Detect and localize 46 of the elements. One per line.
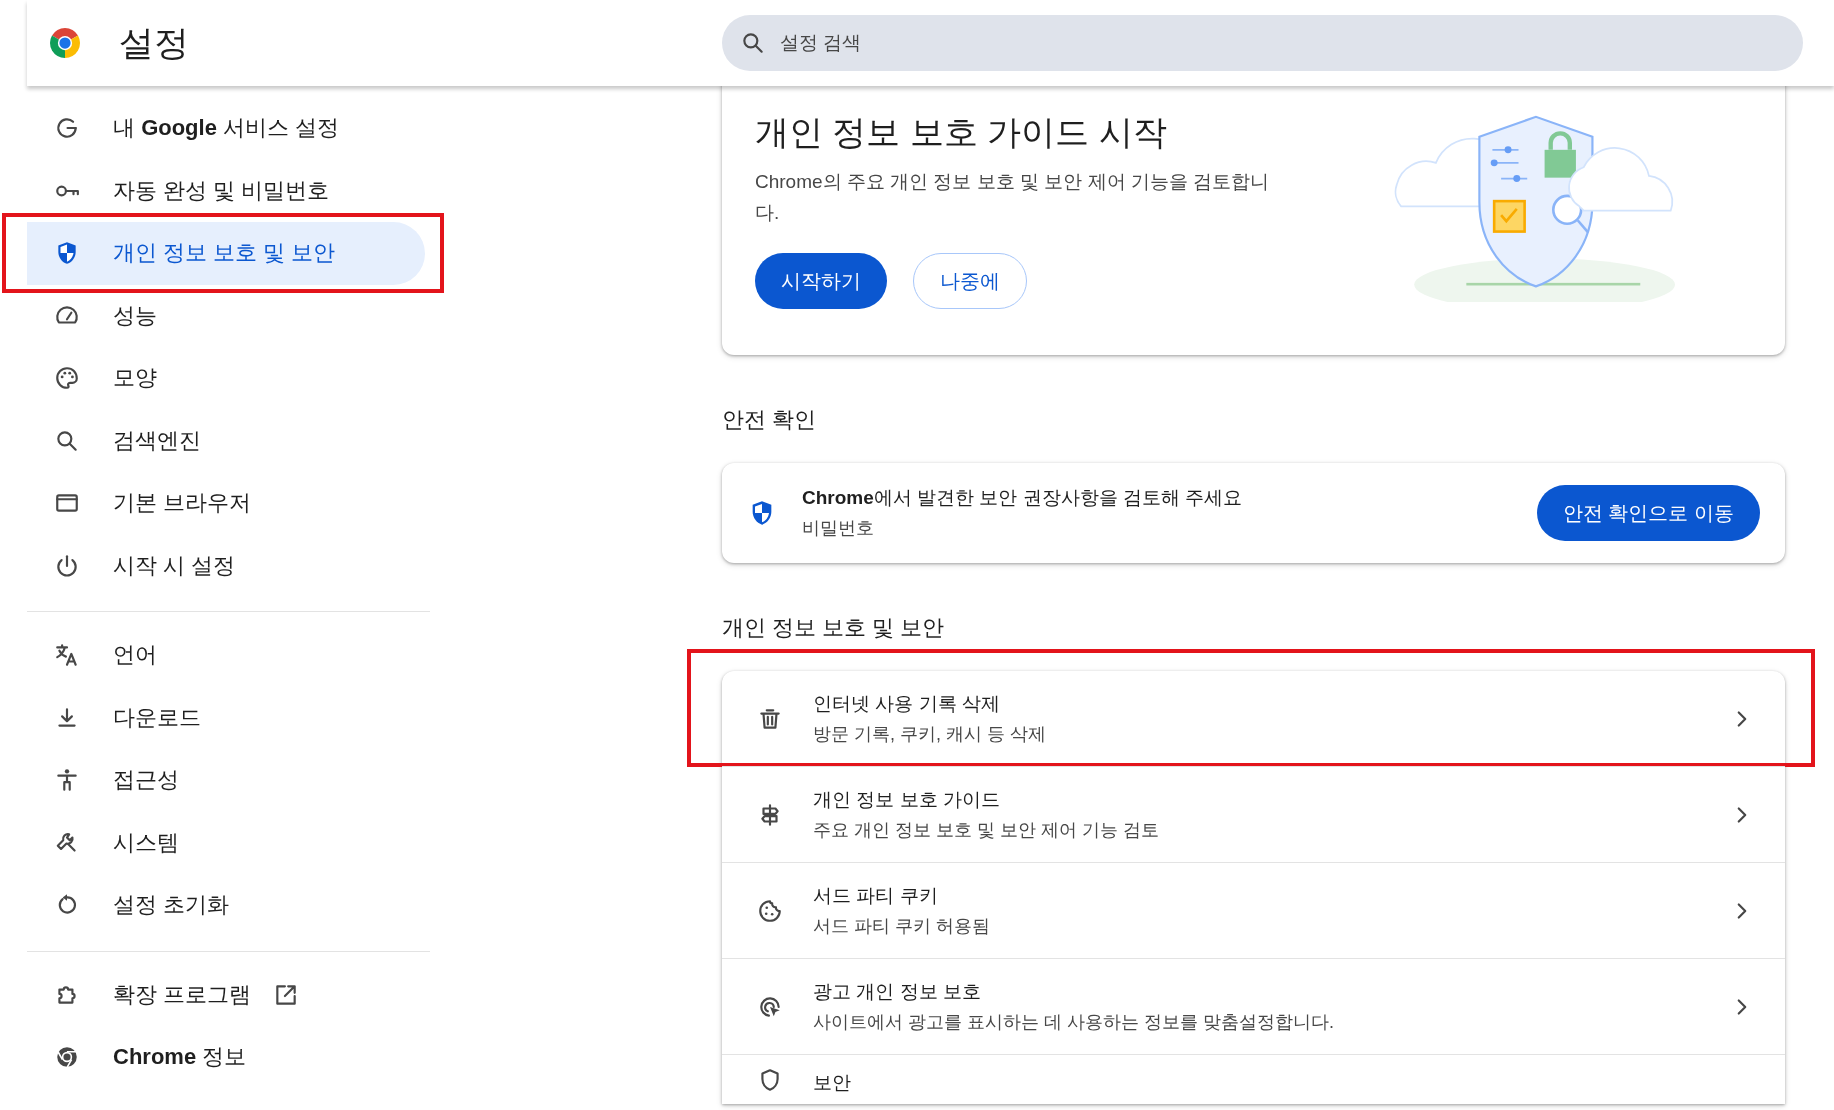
accessibility-icon bbox=[54, 767, 80, 794]
card-description: Chrome의 주요 개인 정보 보호 및 보안 제어 기능을 검토합니다. bbox=[755, 170, 1271, 225]
sidebar-item[interactable]: 개인 정보 보호 및 보안 bbox=[27, 222, 425, 285]
row-title: 광고 개인 정보 보호 bbox=[813, 979, 982, 1004]
row-subtitle: 사이트에서 광고를 표시하는 데 사용하는 정보를 맞춤설정합니다. bbox=[813, 1010, 1335, 1034]
sidebar-item[interactable]: 모양 bbox=[27, 347, 425, 410]
safety-check-title: Chrome에서 발견한 보안 권장사항을 검토해 주세요 bbox=[802, 486, 1244, 510]
sidebar-item[interactable]: 기본 브라우저 bbox=[27, 472, 425, 535]
sidebar-item[interactable]: 내 Google 서비스 설정 bbox=[27, 97, 425, 160]
settings-row[interactable]: 광고 개인 정보 보호 사이트에서 광고를 표시하는 데 사용하는 정보를 맞춤설정합니다. bbox=[722, 958, 1785, 1054]
chrome-logo bbox=[47, 25, 83, 61]
sidebar-item[interactable]: 다운로드 bbox=[27, 686, 425, 749]
power-icon bbox=[54, 552, 80, 579]
row-subtitle: 서드 파티 쿠키 허용됨 bbox=[813, 914, 991, 938]
safety-check-subtitle: 비밀번호 bbox=[802, 517, 875, 540]
sidebar-item[interactable]: 성능 bbox=[27, 284, 425, 347]
row-title: 서드 파티 쿠키 bbox=[813, 883, 939, 908]
section-heading: 개인 정보 보호 및 보안 bbox=[722, 614, 946, 642]
sidebar-item[interactable]: 검색엔진 bbox=[27, 409, 425, 472]
translate-icon bbox=[54, 642, 80, 669]
row-title: 인터넷 사용 기록 삭제 bbox=[813, 691, 1001, 716]
row-title: 보안 bbox=[813, 1071, 852, 1095]
page-title: 설정 bbox=[119, 21, 189, 64]
sidebar-item[interactable]: 확장 프로그램 bbox=[27, 963, 425, 1026]
section-heading: 안전 확인 bbox=[722, 406, 818, 434]
sidebar-item[interactable]: 시작 시 설정 bbox=[27, 534, 425, 597]
settings-row[interactable]: 인터넷 사용 기록 삭제 방문 기록, 쿠키, 캐시 등 삭제 bbox=[722, 671, 1785, 766]
sidebar-item[interactable]: 시스템 bbox=[27, 811, 425, 874]
later-button[interactable]: 나중에 bbox=[913, 253, 1027, 309]
safety-check-button[interactable]: 안전 확인으로 이동 bbox=[1536, 485, 1760, 541]
palette-icon bbox=[54, 365, 80, 392]
row-subtitle: 방문 기록, 쿠키, 캐시 등 삭제 bbox=[813, 722, 1047, 746]
settings-row[interactable]: 서드 파티 쿠키 서드 파티 쿠키 허용됨 bbox=[722, 862, 1785, 958]
cookie-icon bbox=[757, 897, 783, 924]
row-title: 개인 정보 보호 가이드 bbox=[813, 787, 1001, 812]
sidebar-item[interactable]: 설정 초기화 bbox=[27, 874, 425, 937]
sidebar-item[interactable]: Chrome 정보 bbox=[27, 1026, 425, 1089]
row-subtitle: 주요 개인 정보 보호 및 보안 제어 기능 검토 bbox=[813, 818, 1160, 842]
sidebar-item[interactable]: 접근성 bbox=[27, 749, 425, 812]
sidebar-item[interactable]: 언어 bbox=[27, 624, 425, 687]
settings-row[interactable]: 개인 정보 보호 가이드 주요 개인 정보 보호 및 보안 제어 기능 검토 bbox=[722, 766, 1785, 862]
settings-row[interactable]: 보안 bbox=[722, 1054, 1785, 1104]
search-field[interactable]: 설정 검색 bbox=[722, 15, 1803, 71]
sidebar-item[interactable]: 자동 완성 및 비밀번호 bbox=[27, 159, 425, 222]
start-button[interactable]: 시작하기 bbox=[755, 253, 887, 309]
card-title: 개인 정보 보호 가이드 시작 bbox=[755, 112, 1168, 153]
